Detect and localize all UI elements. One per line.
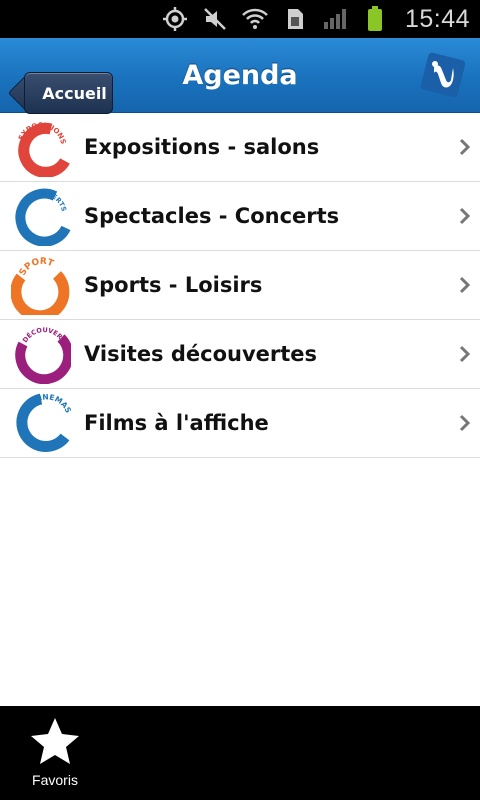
mute-icon: [201, 5, 229, 33]
back-button[interactable]: Accueil: [24, 72, 113, 114]
gps-icon: [161, 5, 189, 33]
clock: 15:44: [404, 4, 470, 33]
star-icon: [31, 718, 79, 764]
list-item-label: Visites découvertes: [84, 342, 318, 366]
title-bar: Agenda Accueil: [0, 38, 480, 114]
chevron-right-icon: [459, 138, 471, 156]
expositions-badge-icon: EXPOSITIONS: [11, 117, 71, 178]
spectacles-badge-icon: ET CONCERTS: [11, 186, 71, 247]
favorites-tab[interactable]: Favoris: [22, 716, 88, 800]
list-item-spectacles[interactable]: ET CONCERTS Spectacles - Concerts: [0, 182, 480, 251]
sim-icon: [281, 5, 309, 33]
favorites-label: Favoris: [32, 772, 78, 788]
list-item-films[interactable]: CINEMAS Films à l'affiche: [0, 389, 480, 458]
list-item-label: Sports - Loisirs: [84, 273, 263, 297]
chevron-right-icon: [459, 207, 471, 225]
back-button-label: Accueil: [42, 83, 107, 103]
svg-text:SPORT: SPORT: [18, 257, 56, 278]
signal-icon: [321, 5, 349, 33]
chevron-right-icon: [459, 345, 471, 363]
chevron-right-icon: [459, 414, 471, 432]
chevron-right-icon: [459, 276, 471, 294]
wifi-icon: [241, 5, 269, 33]
agenda-list: EXPOSITIONS Expositions - salons ET CONC…: [0, 113, 480, 458]
list-item-label: Films à l'affiche: [84, 411, 269, 435]
list-item-label: Spectacles - Concerts: [84, 204, 340, 228]
list-item-sports[interactable]: SPORT Sports - Loisirs: [0, 251, 480, 322]
bottom-tab-bar: Favoris: [0, 706, 480, 800]
list-item-expositions[interactable]: EXPOSITIONS Expositions - salons: [0, 113, 480, 182]
list-item-label: Expositions - salons: [84, 135, 320, 159]
status-bar: 15:44: [0, 0, 480, 38]
sport-badge-icon: SPORT: [10, 255, 71, 322]
app-logo-icon[interactable]: [420, 52, 466, 98]
visites-badge-icon: DÉCOUVERTES: [11, 324, 74, 385]
list-item-visites[interactable]: DÉCOUVERTES Visites découvertes: [0, 320, 480, 389]
cinemas-badge-icon: CINEMAS: [11, 392, 73, 453]
svg-text:DÉCOUVERTES: DÉCOUVERTES: [21, 326, 70, 353]
battery-icon: [361, 5, 389, 33]
